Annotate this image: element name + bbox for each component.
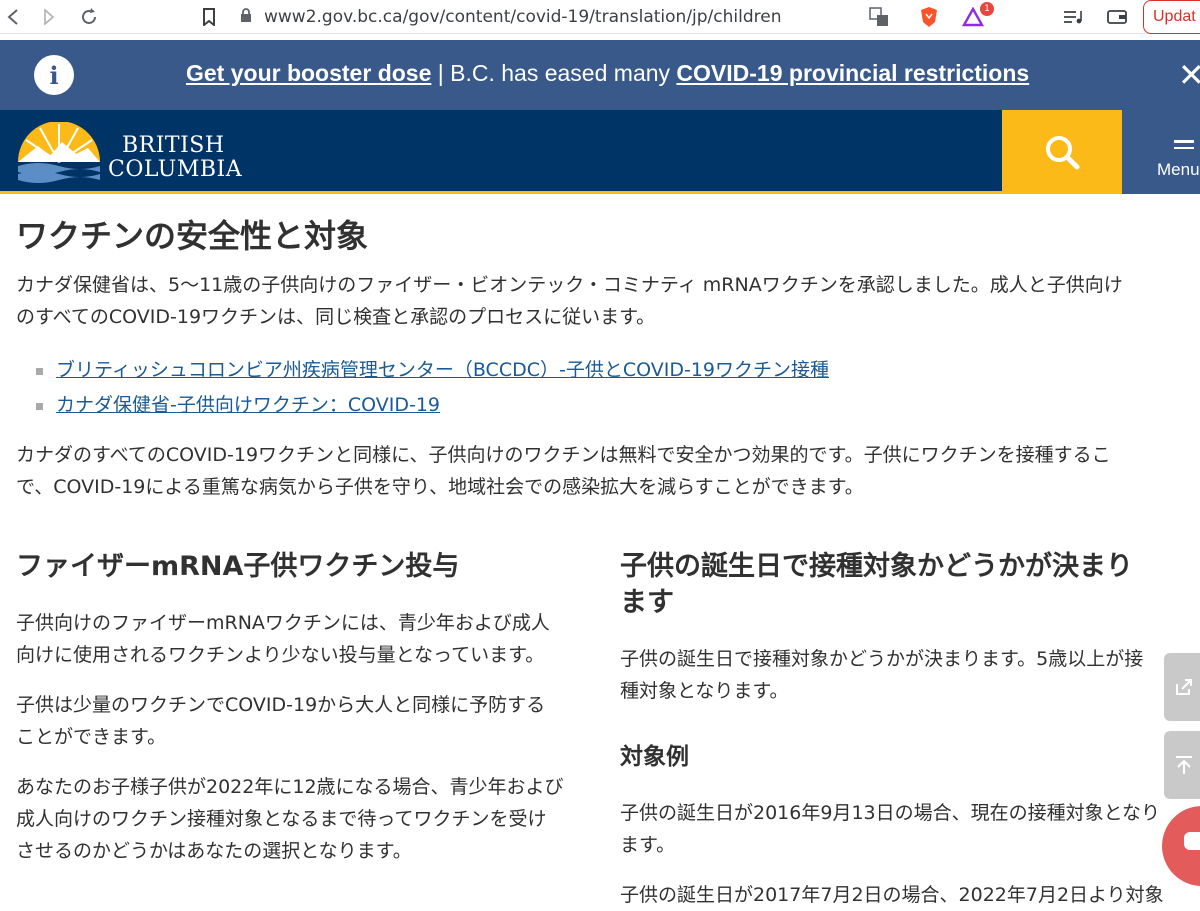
- pfizer-dose-heading: ファイザーmRNA子供ワクチン投与: [16, 551, 460, 582]
- wallet-icon[interactable]: [1104, 4, 1130, 30]
- free-vaccine-paragraph: カナダのすべてのCOVID-19ワクチンと同様に、子供向けのワクチンは無料で安全…: [16, 439, 1200, 503]
- back-to-top-button[interactable]: [1164, 731, 1200, 799]
- age-choice-line-3: させるのかどうかはあなたの選択となります。: [16, 840, 412, 862]
- share-icon: [1176, 679, 1192, 695]
- bc-wordmark[interactable]: BRITISH COLUMBIA: [108, 134, 242, 182]
- alert-separator-text: | B.C. has eased many: [431, 60, 677, 86]
- info-icon: i: [34, 55, 74, 95]
- share-button[interactable]: [1164, 653, 1200, 721]
- address-bar[interactable]: www2.gov.bc.ca/gov/content/covid-19/tran…: [240, 2, 900, 32]
- list-item: カナダ保健省-子供向けワクチン：COVID-19: [36, 388, 829, 423]
- resource-links: ブリティッシュコロンビア州疾病管理センター（BCCDC）-子供とCOVID-19…: [36, 353, 829, 423]
- bc-logo-icon[interactable]: [14, 121, 104, 184]
- chat-icon[interactable]: [1162, 806, 1200, 886]
- bookmark-icon[interactable]: [196, 4, 222, 30]
- eligibility-line-2: 種対象となります。: [620, 680, 789, 702]
- notification-badge: 1: [980, 2, 994, 16]
- alert-message: Get your booster dose | B.C. has eased m…: [186, 60, 1029, 87]
- examples-heading: 対象例: [620, 744, 689, 770]
- eligibility-paragraph: 子供の誕生日で接種対象かどうかが決まります。5歳以上が接 種対象となります。: [620, 643, 1143, 707]
- url-text: www2.gov.bc.ca/gov/content/covid-19/tran…: [264, 7, 782, 27]
- eligibility-line-1: 子供の誕生日で接種対象かどうかが決まります。5歳以上が接: [620, 648, 1144, 670]
- search-icon: [1046, 136, 1080, 170]
- arrow-up-icon: [1176, 756, 1192, 774]
- protection-line-2: ことができます。: [16, 726, 167, 748]
- heading-line-1: 子供の誕生日で接種対象かどうかが決まり: [620, 551, 1133, 582]
- age-choice-line-2: 成人向けのワクチン接種対象となるまで待ってワクチンを受け: [16, 808, 547, 830]
- bccdc-link[interactable]: ブリティッシュコロンビア州疾病管理センター（BCCDC）-子供とCOVID-19…: [56, 359, 829, 381]
- age-choice-line-1: あなたのお子様子供が2022年に12歳になる場合、青少年および: [16, 776, 564, 798]
- forward-icon[interactable]: [36, 4, 62, 30]
- alert-banner: i Get your booster dose | B.C. has eased…: [0, 40, 1200, 110]
- para2-line-2: で、COVID-19による重篤な病気から子供を守り、地域社会での感染拡大を減らす…: [16, 476, 864, 498]
- dose-line-2: 向けに使用されるワクチンより少ない投与量となっています。: [16, 644, 545, 666]
- intro-paragraph: カナダ保健省は、5〜11歳の子供向けのファイザー・ビオンテック・コミナティ mR…: [16, 269, 1200, 333]
- browser-toolbar: www2.gov.bc.ca/gov/content/covid-19/tran…: [0, 0, 1200, 34]
- page-title: ワクチンの安全性と対象: [16, 217, 369, 255]
- intro-line-1: カナダ保健省は、5〜11歳の子供向けのファイザー・ビオンテック・コミナティ mR…: [16, 274, 1123, 296]
- logo-line-british: BRITISH: [122, 133, 225, 158]
- intro-line-2: のすべてのCOVID-19ワクチンは、同じ検査と承認のプロセスに従います。: [16, 306, 656, 328]
- example-2-paragraph: 子供の誕生日が2017年7月2日の場合、2022年7月2日より対象: [620, 879, 1164, 911]
- heading-line-2: ます: [620, 587, 674, 618]
- menu-label: Menu: [1157, 160, 1200, 179]
- logo-line-columbia: COLUMBIA: [108, 157, 243, 182]
- list-item: ブリティッシュコロンビア州疾病管理センター（BCCDC）-子供とCOVID-19…: [36, 353, 829, 388]
- example-1-line-2: ます。: [620, 834, 676, 856]
- search-button[interactable]: [1002, 110, 1122, 194]
- restrictions-link[interactable]: COVID-19 provincial restrictions: [676, 60, 1029, 86]
- reload-icon[interactable]: [76, 4, 102, 30]
- brave-shield-icon[interactable]: [916, 4, 942, 30]
- close-icon[interactable]: ✕: [1178, 56, 1200, 94]
- protection-paragraph: 子供は少量のワクチンでCOVID-19から大人と同様に予防する ことができます。: [16, 689, 545, 753]
- booster-dose-link[interactable]: Get your booster dose: [186, 60, 431, 86]
- dose-paragraph: 子供向けのファイザーmRNAワクチンには、青少年および成人 向けに使用されるワク…: [16, 607, 550, 671]
- health-canada-link[interactable]: カナダ保健省-子供向けワクチン：COVID-19: [56, 394, 440, 416]
- translate-icon[interactable]: [866, 4, 892, 30]
- site-header: BRITISH COLUMBIA Menu: [0, 110, 1200, 194]
- example-1-line-1: 子供の誕生日が2016年9月13日の場合、現在の接種対象となり: [620, 802, 1161, 824]
- example-1-paragraph: 子供の誕生日が2016年9月13日の場合、現在の接種対象となり ます。: [620, 797, 1160, 861]
- menu-button[interactable]: Menu: [1122, 110, 1200, 194]
- lock-icon: [240, 7, 252, 27]
- update-button[interactable]: Updat: [1143, 0, 1200, 34]
- playlist-icon[interactable]: [1060, 4, 1086, 30]
- para2-line-1: カナダのすべてのCOVID-19ワクチンと同様に、子供向けのワクチンは無料で安全…: [16, 444, 1111, 466]
- protection-line-1: 子供は少量のワクチンでCOVID-19から大人と同様に予防する: [16, 694, 546, 716]
- hamburger-icon: [1174, 140, 1194, 153]
- birthday-eligibility-heading: 子供の誕生日で接種対象かどうかが決まり ます: [620, 549, 1133, 621]
- dose-line-1: 子供向けのファイザーmRNAワクチンには、青少年および成人: [16, 612, 550, 634]
- age-choice-paragraph: あなたのお子様子供が2022年に12歳になる場合、青少年および 成人向けのワクチ…: [16, 771, 564, 867]
- example-2-line-1: 子供の誕生日が2017年7月2日の場合、2022年7月2日より対象: [620, 884, 1164, 906]
- back-icon[interactable]: [0, 4, 26, 30]
